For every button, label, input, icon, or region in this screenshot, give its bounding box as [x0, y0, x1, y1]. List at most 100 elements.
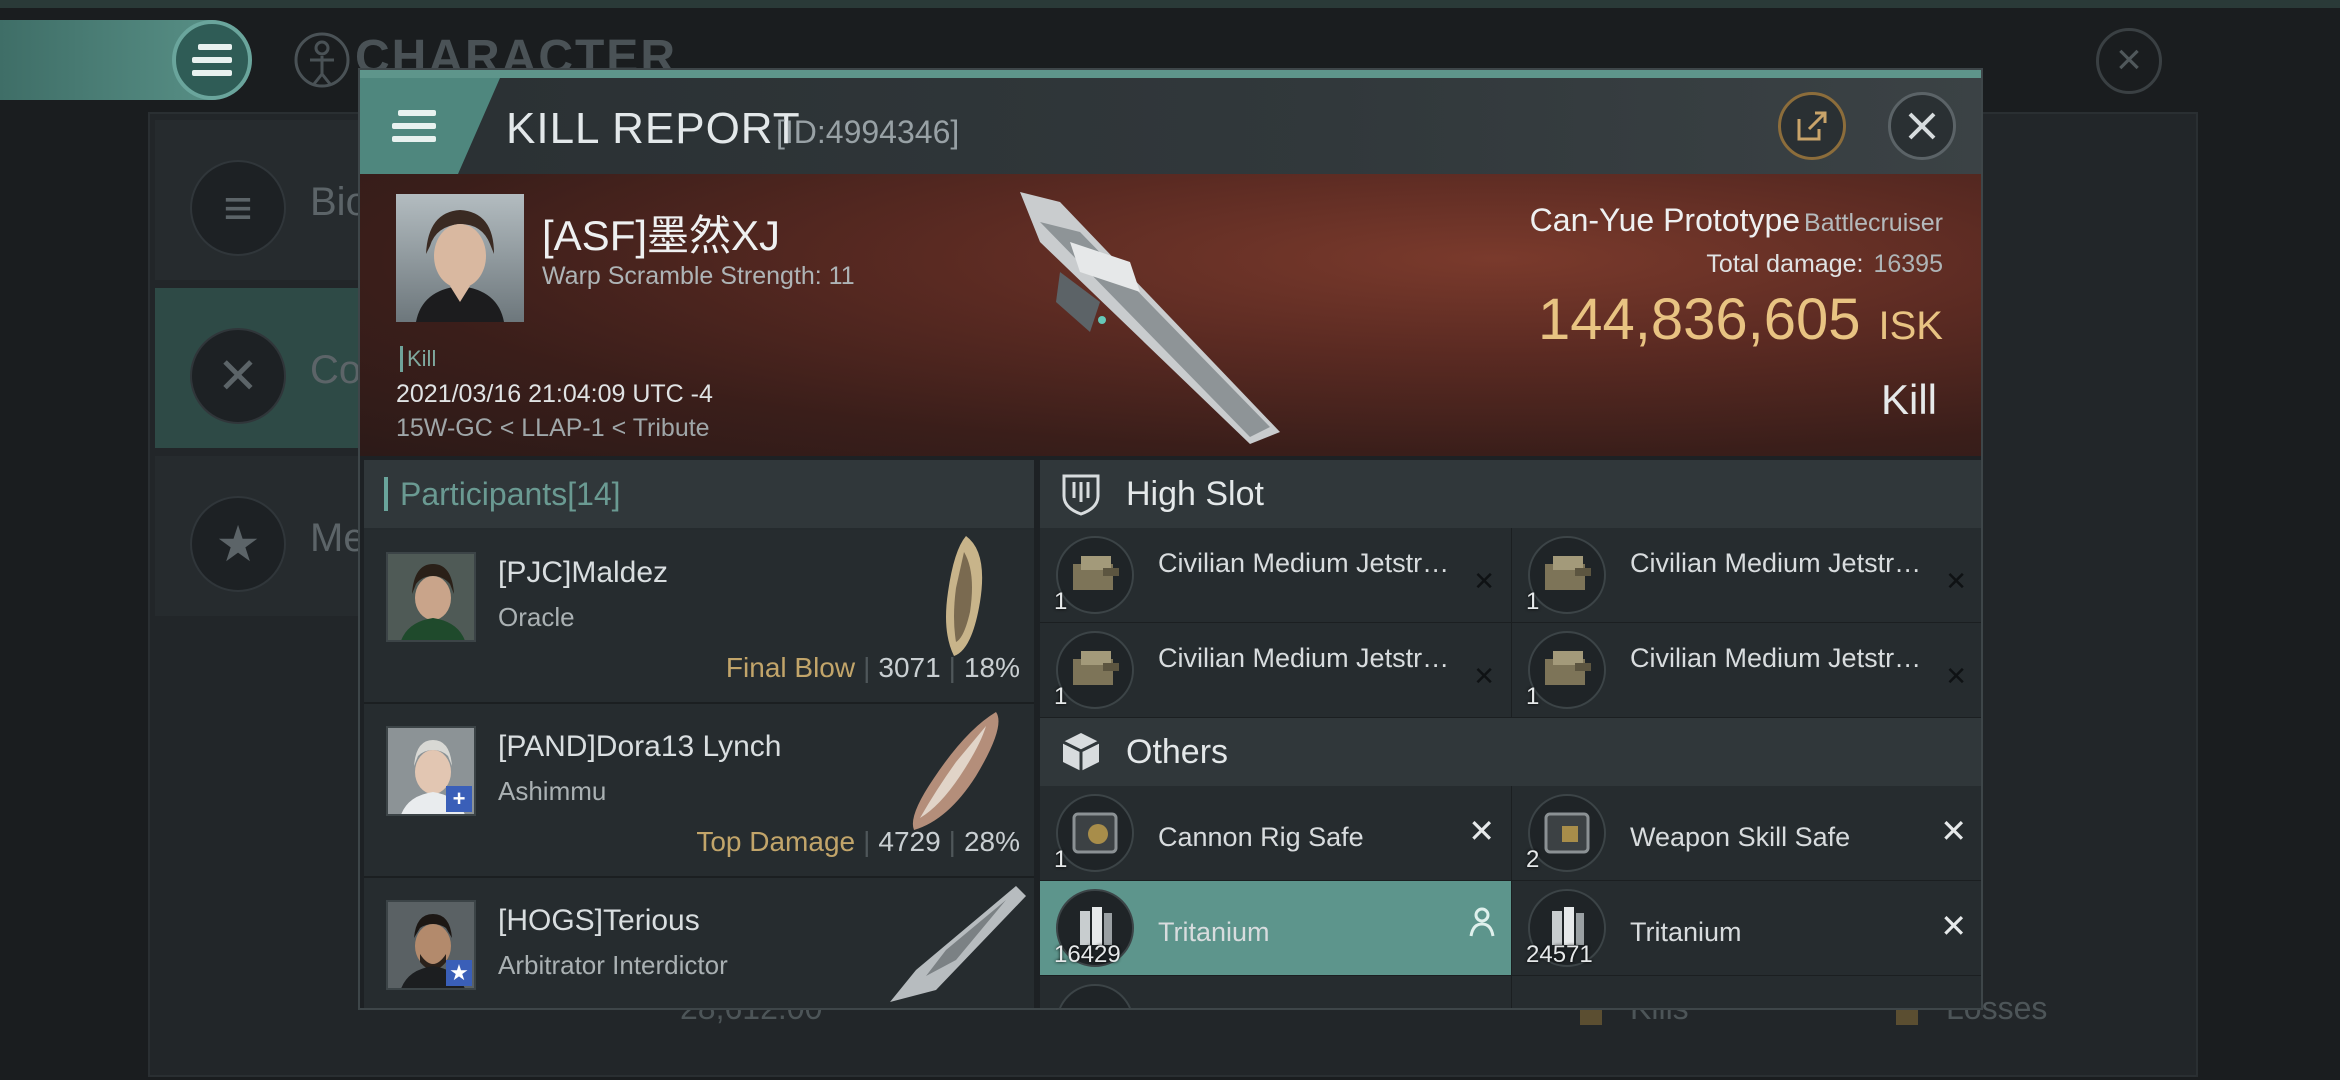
- destroyed-x-icon: ✕: [1473, 661, 1495, 691]
- module-item[interactable]: 1 Civilian Medium Jetstream... ✕: [1512, 528, 1981, 623]
- star-badge-icon: ★: [446, 960, 472, 986]
- high-slot-label: High Slot: [1126, 474, 1264, 513]
- item-name: Tritanium: [1158, 917, 1270, 947]
- kill-report-modal: KILL REPORT [ID:4994346] [ASF]墨然XJ Warp …: [358, 68, 1983, 1010]
- isk-unit: ISK: [1878, 304, 1943, 348]
- module-name: Civilian Medium Jetstream...: [1630, 643, 1930, 673]
- participant-portrait[interactable]: [386, 552, 476, 642]
- module-quantity: 1: [1054, 588, 1068, 615]
- participant-ship-image: [890, 886, 1026, 1002]
- star-icon: ★: [190, 496, 286, 592]
- cargo-item[interactable]: 2 Weapon Skill Safe ✕: [1512, 786, 1981, 881]
- item-quantity: 24571: [1526, 941, 1593, 968]
- character-icon: [294, 32, 350, 88]
- victim-ship-class: Battlecruiser: [1804, 209, 1943, 237]
- module-item[interactable]: 1 Civilian Medium Jetstream... ✕: [1512, 623, 1981, 718]
- cargo-item[interactable]: 24571 Tritanium ✕: [1512, 881, 1981, 976]
- total-damage-label: Total damage:: [1706, 250, 1864, 278]
- jetstream-module-icon: [1056, 536, 1134, 614]
- modal-menu-button[interactable]: [360, 78, 500, 174]
- participant-name: [HOGS]Terious: [498, 904, 700, 937]
- isk-value: 144,836,605: [1537, 287, 1861, 352]
- item-name: Weapon Skill Safe: [1630, 822, 1851, 852]
- victim-ship-line: Can-Yue Prototype Battlecruiser: [1530, 202, 1943, 239]
- participant-ship-image: [912, 712, 999, 830]
- nav-label: Co: [310, 348, 362, 392]
- participants-panel: Participants [14] [PJC]Maldez Oracle Fina…: [364, 460, 1034, 1008]
- modal-header: KILL REPORT [ID:4994346]: [360, 78, 1981, 174]
- victim-banner: [ASF]墨然XJ Warp Scramble Strength: 11 Kil…: [360, 174, 1981, 456]
- destroyed-x-icon: ✕: [1945, 661, 1967, 691]
- participants-count: [14]: [567, 475, 621, 512]
- item-name: Cannon Rig Safe: [1158, 822, 1364, 852]
- high-slot-header: High Slot: [1040, 460, 1981, 528]
- participant-percent: 18%: [963, 652, 1020, 683]
- participant-row[interactable]: [PJC]Maldez Oracle Final Blow | 3071 | 18%: [364, 530, 1034, 704]
- menu-icon: [192, 44, 232, 76]
- module-name: Civilian Medium Jetstream...: [1158, 548, 1458, 578]
- participant-tag: Top Damage: [696, 826, 856, 857]
- kill-location: 15W-GC < LLAP-1 < Tribute: [396, 414, 710, 442]
- cargo-item-selected[interactable]: 16429 Tritanium: [1040, 881, 1512, 976]
- modal-title: KILL REPORT: [506, 104, 801, 153]
- cube-icon: [1062, 733, 1100, 771]
- list-icon: ≡: [190, 160, 286, 256]
- crossed-swords-icon: ✕: [190, 328, 286, 424]
- cargo-item[interactable]: [1040, 976, 1512, 1008]
- jetstream-module-icon: [1528, 631, 1606, 709]
- share-button[interactable]: [1778, 92, 1846, 160]
- victim-name: [ASF]墨然XJ: [542, 212, 781, 259]
- total-damage-line: Total damage: 16395: [1706, 250, 1943, 279]
- participant-row[interactable]: + [PAND]Dora13 Lynch Ashimmu Top Damage |…: [364, 704, 1034, 878]
- module-quantity: 1: [1526, 588, 1540, 615]
- participant-stats: Final Blow | 3071 | 18%: [725, 652, 1020, 683]
- kill-timestamp: 2021/03/16 21:04:09 UTC -4: [396, 380, 713, 408]
- kill-tag: Kill: [400, 346, 436, 372]
- total-damage-value: 16395: [1873, 250, 1943, 278]
- kill-result-label: Kill: [1880, 376, 1937, 423]
- victim-ship-name: Can-Yue Prototype: [1529, 202, 1801, 238]
- participant-tag: Final Blow: [725, 652, 856, 683]
- destroyed-x-icon: ✕: [1473, 566, 1495, 596]
- others-grid: 1 Cannon Rig Safe ✕ 2 Weapon Skill Safe …: [1040, 786, 1981, 1008]
- participant-portrait[interactable]: +: [386, 726, 476, 816]
- background-close-button[interactable]: ×: [2096, 28, 2162, 94]
- dropped-person-icon: [1469, 907, 1495, 945]
- others-header: Others: [1040, 718, 1981, 786]
- participant-percent: 28%: [963, 826, 1020, 857]
- top-accent-line: [0, 0, 2340, 8]
- item-quantity: 16429: [1054, 941, 1121, 968]
- safe-icon: [1528, 794, 1606, 872]
- safe-icon: [1056, 794, 1134, 872]
- module-name: Civilian Medium Jetstream...: [1630, 548, 1930, 578]
- module-item[interactable]: 1 Civilian Medium Jetstream... ✕: [1040, 623, 1512, 718]
- jetstream-module-icon: [1056, 631, 1134, 709]
- high-slot-grid: 1 Civilian Medium Jetstream... ✕ 1 Civil…: [1040, 528, 1981, 718]
- destroyed-x-icon: ✕: [1940, 908, 1967, 944]
- module-item[interactable]: 1 Civilian Medium Jetstream... ✕: [1040, 528, 1512, 623]
- modules-panel: High Slot 1 Civilian Medium Jetstream...…: [1040, 460, 1981, 1008]
- item-name: Tritanium: [1630, 917, 1742, 947]
- cargo-item[interactable]: 1 Cannon Rig Safe ✕: [1040, 786, 1512, 881]
- module-quantity: 1: [1526, 683, 1540, 710]
- kill-report-id: [ID:4994346]: [776, 114, 960, 150]
- participants-label: Participants: [400, 475, 568, 512]
- isk-value-line: 144,836,605 ISK: [1538, 286, 1943, 353]
- participant-row[interactable]: ★ [HOGS]Terious Arbitrator Interdictor: [364, 878, 1034, 1008]
- item-icon: [1056, 984, 1134, 1008]
- close-button[interactable]: [1888, 92, 1956, 160]
- modal-accent-bar: [360, 70, 1981, 78]
- cargo-item[interactable]: [1512, 976, 1981, 1008]
- module-name: Civilian Medium Jetstream...: [1158, 643, 1458, 673]
- others-label: Others: [1126, 732, 1229, 771]
- participant-ship: Arbitrator Interdictor: [498, 950, 728, 980]
- background-menu-button[interactable]: [172, 20, 252, 100]
- participant-portrait[interactable]: ★: [386, 900, 476, 990]
- close-icon: [1908, 112, 1936, 140]
- high-slot-icon: [1062, 474, 1100, 516]
- share-icon: [1797, 111, 1827, 141]
- destroyed-x-icon: ✕: [1468, 813, 1495, 849]
- victim-portrait[interactable]: [396, 194, 524, 322]
- participant-name: [PJC]Maldez: [498, 556, 669, 589]
- item-quantity: 2: [1526, 846, 1540, 873]
